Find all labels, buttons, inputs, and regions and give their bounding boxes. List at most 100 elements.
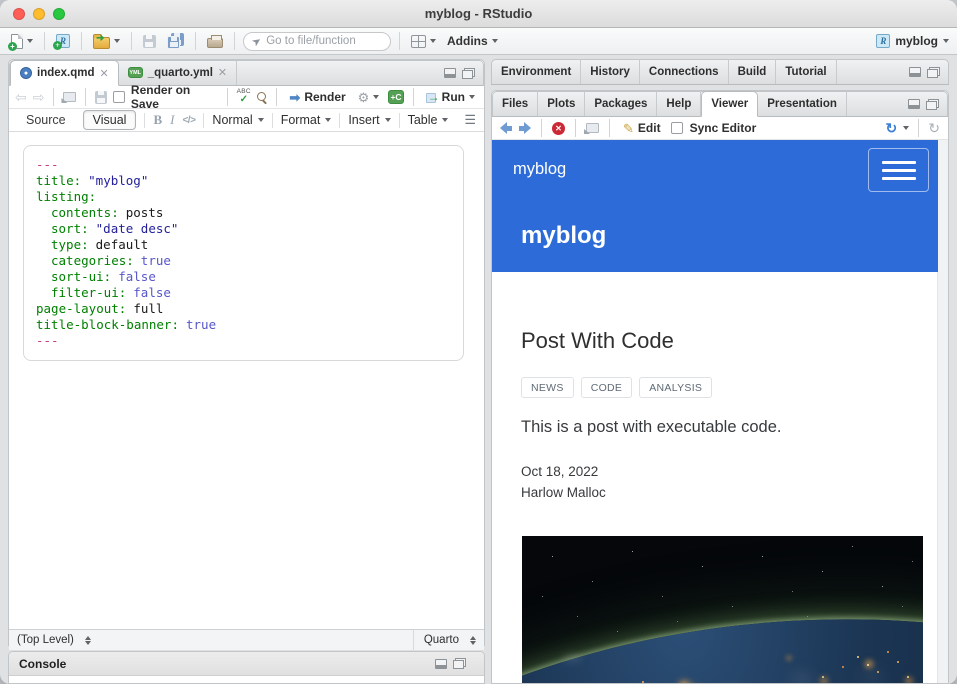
paragraph-style-dropdown[interactable]: Normal <box>212 113 263 127</box>
maximize-pane-icon[interactable] <box>453 658 466 669</box>
code-button[interactable]: </> <box>182 115 195 126</box>
close-tab-icon[interactable]: ✕ <box>218 66 227 79</box>
project-name: myblog <box>895 34 938 48</box>
addins-button[interactable]: Addins <box>444 32 501 50</box>
maximize-pane-icon[interactable] <box>927 67 940 78</box>
environment-pane: Environment History Connections Build Tu… <box>491 59 949 85</box>
show-in-new-window-icon[interactable] <box>586 123 599 133</box>
sync-refresh-icon[interactable]: ↻ <box>886 121 898 135</box>
save-button[interactable] <box>140 33 159 50</box>
visual-mode-button[interactable]: Visual <box>83 110 137 130</box>
chevron-down-icon <box>492 39 498 43</box>
tab-presentation[interactable]: Presentation <box>758 91 847 116</box>
yaml-line: sort:"date desc" <box>36 221 451 237</box>
insert-dropdown[interactable]: Insert <box>348 113 390 127</box>
tab-quarto-yml[interactable]: YML _quarto.yml ✕ <box>119 60 237 85</box>
tab-packages[interactable]: Packages <box>585 91 657 116</box>
minimize-pane-icon[interactable] <box>435 659 447 669</box>
minimize-pane-icon[interactable] <box>909 67 921 77</box>
yaml-line: listing: <box>36 189 451 205</box>
tab-index-qmd[interactable]: ● index.qmd ✕ <box>10 60 119 86</box>
render-on-save-label: Render on Save <box>131 83 218 111</box>
category-badge[interactable]: CODE <box>581 377 633 398</box>
yaml-metadata-block[interactable]: --- title:"myblog" listing: contents:pos… <box>23 145 464 361</box>
category-badge[interactable]: NEWS <box>521 377 574 398</box>
format-dropdown[interactable]: Format <box>281 113 332 127</box>
post-title[interactable]: Post With Code <box>521 328 920 354</box>
back-icon[interactable]: ⇦ <box>15 90 27 104</box>
tab-connections[interactable]: Connections <box>640 59 729 84</box>
yaml-line: page-layout:full <box>36 301 451 317</box>
render-button[interactable]: ➡ Render <box>286 88 348 106</box>
new-file-button[interactable]: + <box>8 32 36 51</box>
visual-editor-body[interactable]: --- title:"myblog" listing: contents:pos… <box>9 132 484 629</box>
print-button[interactable] <box>204 32 226 50</box>
tab-history[interactable]: History <box>581 59 640 84</box>
viewer-content: myblog myblog Post With Code NEWS CODE A… <box>492 140 948 684</box>
viewer-forward-button[interactable] <box>519 122 531 134</box>
tab-files[interactable]: Files <box>493 91 538 116</box>
run-label: Run <box>442 90 465 104</box>
scope-selector[interactable]: (Top Level) <box>17 634 91 646</box>
outline-toggle-icon[interactable]: ☰ <box>464 112 476 128</box>
panes-grid-icon <box>411 35 426 48</box>
find-replace-icon[interactable] <box>257 92 268 103</box>
open-file-button[interactable]: ➜ <box>90 32 123 51</box>
post-thumbnail-earth-image[interactable] <box>522 536 923 684</box>
refresh-icon[interactable]: ↻ <box>928 121 940 135</box>
edit-button[interactable]: ✎ Edit <box>620 119 664 137</box>
minimize-pane-icon[interactable] <box>908 99 920 109</box>
viewer-scrollbar[interactable] <box>937 140 948 684</box>
tab-help[interactable]: Help <box>657 91 701 116</box>
close-tab-icon[interactable]: ✕ <box>100 67 109 80</box>
forward-icon[interactable]: ⇨ <box>33 90 45 104</box>
bold-button[interactable]: B <box>153 112 162 128</box>
quarto-file-icon: ● <box>20 67 32 79</box>
save-all-button[interactable] <box>164 31 187 51</box>
hamburger-menu-button[interactable] <box>868 148 929 192</box>
stop-icon[interactable]: ✕ <box>552 122 565 135</box>
editor-status-bar: (Top Level) Quarto <box>9 629 484 650</box>
tab-viewer[interactable]: Viewer <box>701 91 758 117</box>
table-dropdown[interactable]: Table <box>408 113 449 127</box>
open-folder-icon: ➜ <box>93 37 110 49</box>
tab-build[interactable]: Build <box>729 59 777 84</box>
spellcheck-icon[interactable]: ABC✓ <box>237 89 251 105</box>
run-button[interactable]: Run <box>423 88 478 106</box>
yaml-line: filter-ui:false <box>36 285 451 301</box>
file-type-selector[interactable]: Quarto <box>413 630 476 650</box>
edit-label: Edit <box>638 121 661 135</box>
minimize-pane-icon[interactable] <box>444 68 456 78</box>
sync-editor-label: Sync Editor <box>690 121 757 135</box>
console-header[interactable]: Console <box>9 652 484 676</box>
maximize-pane-icon[interactable] <box>926 99 939 110</box>
post-description: This is a post with executable code. <box>521 418 920 437</box>
category-badge[interactable]: ANALYSIS <box>639 377 712 398</box>
tab-tutorial[interactable]: Tutorial <box>776 59 836 84</box>
save-icon[interactable] <box>95 91 107 104</box>
maximize-pane-icon[interactable] <box>462 68 475 79</box>
render-on-save-checkbox[interactable] <box>113 91 125 103</box>
insert-chunk-button[interactable]: +C <box>388 90 403 104</box>
render-options-button[interactable]: ⚙ <box>355 89 383 106</box>
workspace-panes-button[interactable] <box>408 33 439 50</box>
show-in-new-window-icon[interactable] <box>63 92 76 102</box>
project-menu-button[interactable]: R myblog <box>876 34 949 48</box>
up-down-icon <box>470 636 476 645</box>
tab-plots[interactable]: Plots <box>538 91 585 116</box>
sync-editor-checkbox[interactable] <box>671 122 683 134</box>
tab-label: index.qmd <box>37 67 95 79</box>
chevron-down-icon[interactable] <box>903 126 909 130</box>
source-mode-button[interactable]: Source <box>17 111 75 129</box>
save-all-icon <box>167 33 184 49</box>
render-label: Render <box>304 90 345 104</box>
chevron-down-icon <box>469 95 475 99</box>
blog-banner: myblog myblog <box>492 140 938 272</box>
viewer-back-button[interactable] <box>500 122 512 134</box>
new-project-button[interactable]: R+ <box>53 32 73 50</box>
tab-environment[interactable]: Environment <box>492 59 581 84</box>
goto-file-input[interactable]: ➤ Go to file/function <box>243 32 391 51</box>
navbar-brand[interactable]: myblog <box>513 160 566 179</box>
italic-button[interactable]: I <box>170 112 174 128</box>
chevron-down-icon <box>114 39 120 43</box>
